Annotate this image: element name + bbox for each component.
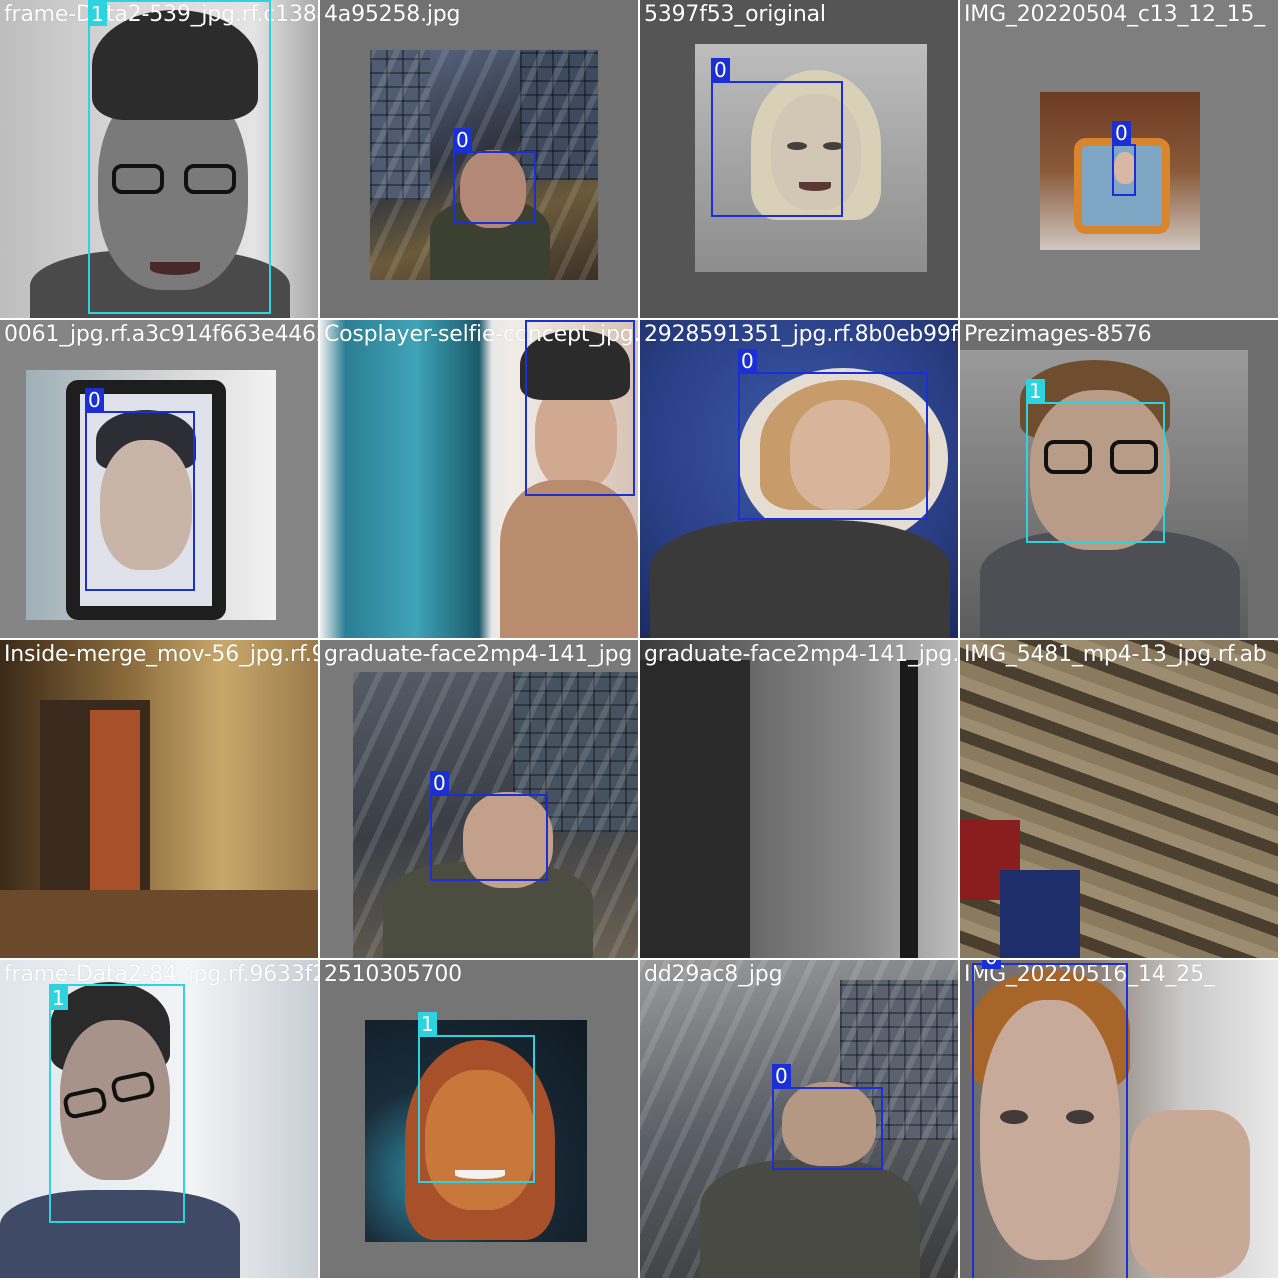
class-label: 1 bbox=[88, 2, 107, 26]
face-bounding-box: 0 bbox=[772, 1064, 883, 1170]
image-tile: 0 4a95258.jpg bbox=[320, 0, 638, 318]
class-label: 0 bbox=[711, 58, 730, 82]
face-bounding-box: 1 bbox=[1026, 379, 1165, 543]
face-bounding-box: 0 bbox=[1112, 121, 1136, 196]
class-label: 0 bbox=[1112, 121, 1131, 145]
class-label: 0 bbox=[982, 960, 1001, 969]
face-bounding-box: 1 bbox=[88, 0, 271, 314]
tile-photo bbox=[0, 640, 318, 958]
image-tile: 0 dd29ac8_jpg bbox=[640, 960, 958, 1278]
image-tile: IMG_5481_mp4-13_jpg.rf.ab bbox=[960, 640, 1278, 958]
image-tile: 1 frame-Data2-539_jpg.rf.c1384ab258089b5… bbox=[0, 0, 318, 318]
image-tile: 0 5397f53_original bbox=[640, 0, 958, 318]
class-label: 0 bbox=[430, 771, 449, 795]
image-tile: 1 frame-Data2-84_jpg.rf.9633f2b7d305700d… bbox=[0, 960, 318, 1278]
class-label: 1 bbox=[49, 986, 68, 1010]
image-filename: IMG_5481_mp4-13_jpg.rf.ab bbox=[964, 642, 1267, 667]
tile-photo bbox=[640, 640, 958, 958]
image-tile: 1 Prezimages-8576 bbox=[960, 320, 1278, 638]
image-filename: IMG_20220504_c13_12_15_ bbox=[964, 2, 1265, 27]
validation-batch-grid: 1 frame-Data2-539_jpg.rf.c1384ab258089b5… bbox=[0, 0, 1280, 1280]
image-filename: 4a95258.jpg bbox=[324, 2, 461, 27]
image-filename: graduate-face2mp4-141_jpg.rf.9be364e4 bbox=[644, 642, 958, 667]
face-bounding-box: 0 bbox=[453, 128, 536, 224]
image-tile: 1 2510305700 bbox=[320, 960, 638, 1278]
image-filename: 2928591351_jpg.rf.8b0eb99f2244e9124e1a73… bbox=[644, 322, 958, 347]
face-bounding-box: 0 bbox=[711, 58, 843, 217]
face-bounding-box: 1 bbox=[418, 1012, 535, 1183]
face-bounding-box: 0 bbox=[525, 320, 635, 496]
image-filename: graduate-face2mp4-141_jpg bbox=[324, 642, 633, 667]
class-label: 0 bbox=[772, 1064, 791, 1088]
tile-photo bbox=[960, 640, 1278, 958]
image-tile: 0 Cosplayer-selfie-concept_jpg.rf.85d51b… bbox=[320, 320, 638, 638]
face-bounding-box: 0 bbox=[972, 960, 1128, 1278]
image-tile: 0 graduate-face2mp4-141_jpg bbox=[320, 640, 638, 958]
image-tile: Inside-merge_mov-56_jpg.rf.9e6881cb7a486… bbox=[0, 640, 318, 958]
class-label: 0 bbox=[525, 320, 544, 321]
image-filename: 0061_jpg.rf.a3c914f663e4462b9b3eb9e571eb… bbox=[4, 322, 318, 347]
class-label: 0 bbox=[738, 349, 757, 373]
image-tile: 0 0061_jpg.rf.a3c914f663e4462b9b3eb9e571… bbox=[0, 320, 318, 638]
face-bounding-box: 0 bbox=[738, 349, 928, 520]
image-filename: dd29ac8_jpg bbox=[644, 962, 783, 987]
image-tile: 0 2928591351_jpg.rf.8b0eb99f2244e9124e1a… bbox=[640, 320, 958, 638]
image-tile: graduate-face2mp4-141_jpg.rf.9be364e4 bbox=[640, 640, 958, 958]
class-label: 1 bbox=[418, 1012, 437, 1036]
image-filename: Inside-merge_mov-56_jpg.rf.9e6881cb7a486… bbox=[4, 642, 318, 667]
image-filename: 2510305700 bbox=[324, 962, 462, 987]
image-filename: Prezimages-8576 bbox=[964, 322, 1152, 347]
face-bounding-box: 1 bbox=[49, 984, 185, 1223]
image-filename: 5397f53_original bbox=[644, 2, 826, 27]
image-tile: 0 IMG_20220504_c13_12_15_ bbox=[960, 0, 1278, 318]
class-label: 1 bbox=[1026, 379, 1045, 403]
class-label: 0 bbox=[85, 388, 104, 412]
face-bounding-box: 0 bbox=[430, 771, 548, 881]
image-tile: 0 IMG_20220516_14_25_ bbox=[960, 960, 1278, 1278]
face-bounding-box: 0 bbox=[85, 388, 195, 591]
class-label: 0 bbox=[453, 128, 472, 152]
